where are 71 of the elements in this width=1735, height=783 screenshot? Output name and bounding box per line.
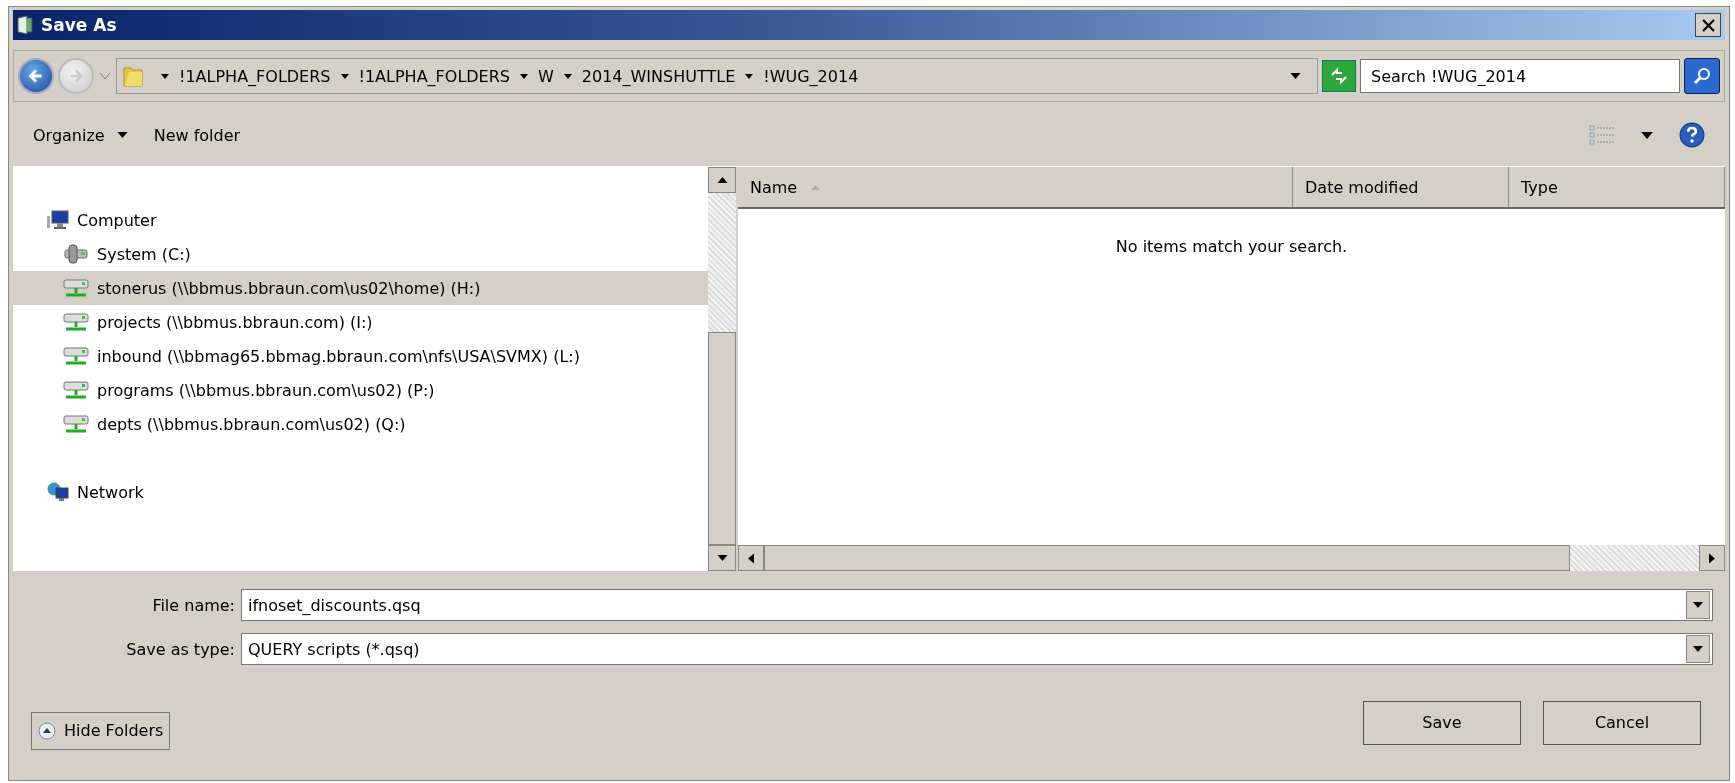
refresh-arrows-icon bbox=[1329, 66, 1349, 86]
tree-item[interactable]: depts (\\bbmus.bbraun.com\us02) (Q:) bbox=[13, 407, 708, 441]
tree-item[interactable]: stonerus (\\bbmus.bbraun.com\us02\home) (H:) bbox=[13, 271, 708, 305]
search-icon bbox=[1692, 66, 1712, 86]
drive-icon bbox=[63, 244, 89, 264]
network-drive-icon bbox=[63, 312, 89, 332]
door-icon bbox=[17, 15, 33, 35]
scroll-up-button[interactable] bbox=[708, 167, 736, 193]
breadcrumb[interactable]: 2014_WINSHUTTLE bbox=[581, 66, 736, 86]
caret-icon[interactable] bbox=[745, 73, 754, 79]
network-drive-icon bbox=[63, 346, 89, 366]
dropdown-button[interactable] bbox=[1686, 591, 1710, 619]
close-button[interactable] bbox=[1695, 13, 1721, 37]
tree-item[interactable]: Network bbox=[13, 475, 708, 509]
scroll-right-button[interactable] bbox=[1699, 545, 1725, 571]
network-drive-icon bbox=[63, 278, 89, 298]
column-header[interactable]: Date modified bbox=[1293, 167, 1509, 207]
dropdown-button[interactable] bbox=[1686, 635, 1710, 663]
window-title: Save As bbox=[41, 15, 117, 35]
column-header[interactable]: Name bbox=[738, 167, 1293, 207]
caret-icon[interactable] bbox=[563, 73, 572, 79]
field-label: Save as type: bbox=[125, 639, 236, 659]
folder-icon bbox=[123, 64, 143, 88]
breadcrumb[interactable]: !1ALPHA_FOLDERS bbox=[358, 66, 510, 86]
down-triangle-icon bbox=[1693, 646, 1703, 652]
dialog-button[interactable]: Cancel bbox=[1543, 700, 1701, 745]
combo-box[interactable]: ifnoset_discounts.qsq bbox=[241, 589, 1713, 621]
history-caret-icon[interactable] bbox=[100, 73, 110, 79]
up-triangle-icon bbox=[716, 177, 728, 183]
caret-icon[interactable] bbox=[340, 73, 349, 79]
caret-icon bbox=[116, 132, 128, 138]
refresh-button[interactable] bbox=[1322, 60, 1356, 92]
network-drive-icon bbox=[63, 414, 89, 434]
column-header[interactable]: Type bbox=[1509, 167, 1725, 207]
toolbar-button[interactable]: Organize bbox=[27, 121, 134, 149]
scroll-down-button[interactable] bbox=[708, 545, 736, 571]
tree-item[interactable]: projects (\\bbmus.bbraun.com) (I:) bbox=[13, 305, 708, 339]
dialog-button[interactable]: Save bbox=[1363, 700, 1521, 745]
toolbar-button[interactable]: New folder bbox=[147, 121, 247, 149]
address-bar[interactable]: !1ALPHA_FOLDERS !1ALPHA_FOLDERS W 2014_WINSHUTTLE !WUG_2014 bbox=[116, 58, 1318, 94]
computer-icon bbox=[47, 210, 69, 230]
dropdown-caret-icon[interactable] bbox=[1290, 73, 1301, 79]
close-icon bbox=[1701, 18, 1715, 32]
empty-message: No items match your search. bbox=[1115, 237, 1348, 258]
scrollbar-thumb[interactable] bbox=[708, 331, 736, 545]
search-field[interactable]: Search !WUG_2014 bbox=[1360, 59, 1680, 93]
left-triangle-icon bbox=[748, 552, 754, 564]
scrollbar-thumb[interactable] bbox=[764, 545, 1571, 571]
field-label: File name: bbox=[151, 595, 236, 615]
breadcrumb[interactable]: !1ALPHA_FOLDERS bbox=[179, 66, 331, 86]
search-button[interactable] bbox=[1684, 58, 1720, 94]
down-triangle-icon bbox=[716, 555, 728, 561]
hide-folders-button[interactable]: Hide Folders bbox=[31, 711, 171, 750]
tree-item[interactable]: System (C:) bbox=[13, 237, 708, 271]
breadcrumb[interactable]: W bbox=[538, 66, 554, 86]
dropdown-caret-icon[interactable] bbox=[1641, 131, 1653, 139]
down-triangle-icon bbox=[1693, 602, 1703, 608]
scroll-left-button[interactable] bbox=[738, 545, 764, 571]
network-drive-icon bbox=[63, 380, 89, 400]
tree-item[interactable]: programs (\\bbmus.bbraun.com\us02) (P:) bbox=[13, 373, 708, 407]
globe-computer-icon bbox=[47, 482, 69, 502]
help-icon[interactable] bbox=[1679, 122, 1705, 148]
back-button[interactable] bbox=[18, 58, 54, 94]
tree-item[interactable]: inbound (\\bbmag65.bbmag.bbraun.com\nfs\USA\SVMX) (L:) bbox=[13, 339, 708, 373]
tree-item[interactable]: Computer bbox=[13, 203, 708, 237]
caret-icon[interactable] bbox=[161, 73, 169, 79]
sort-ascending-icon bbox=[811, 184, 821, 190]
breadcrumb[interactable]: !WUG_2014 bbox=[763, 66, 859, 86]
caret-icon[interactable] bbox=[520, 73, 528, 79]
combo-box[interactable]: QUERY scripts (*.qsq) bbox=[241, 633, 1713, 665]
right-triangle-icon bbox=[1709, 552, 1715, 564]
